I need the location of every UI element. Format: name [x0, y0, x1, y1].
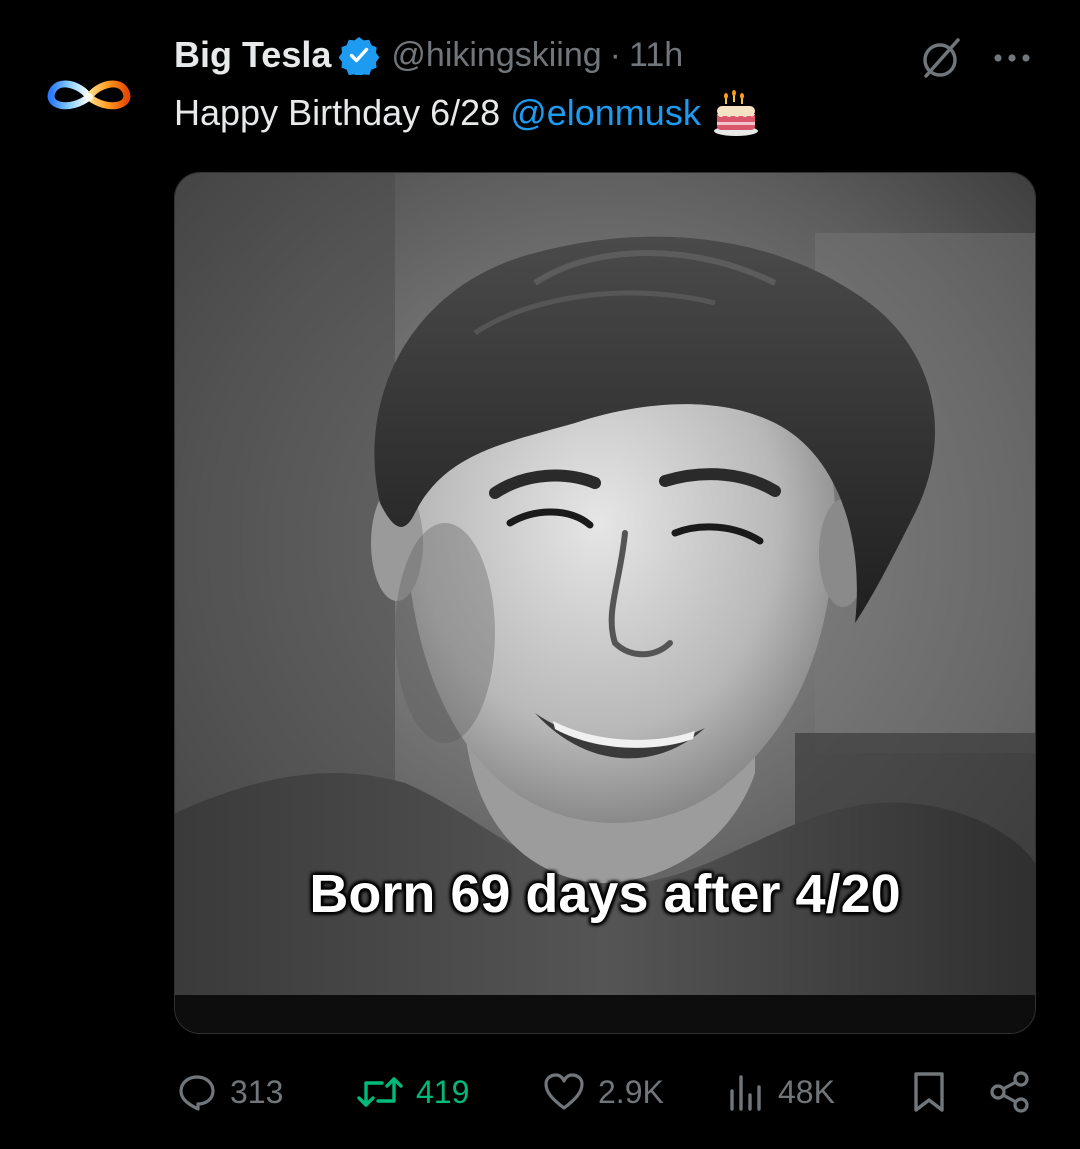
heart-icon — [542, 1071, 586, 1113]
tweet-header: Big Tesla @hikingskiing · 11h — [174, 30, 683, 80]
tweet-text: Happy Birthday 6/28 @elonmusk — [174, 88, 761, 138]
retweet-count: 419 — [416, 1073, 470, 1110]
separator-dot: · — [609, 35, 621, 74]
tweet[interactable]: Big Tesla @hikingskiing · 11h Happy Birt… — [0, 0, 1080, 1149]
verified-badge-icon — [339, 35, 380, 75]
reply-icon — [176, 1071, 218, 1113]
tweet-photo[interactable]: Born 69 days after 4/20 — [175, 173, 1035, 995]
bookmark-icon — [910, 1070, 948, 1114]
mention-link[interactable]: @elonmusk — [510, 92, 701, 134]
display-name[interactable]: Big Tesla — [174, 34, 331, 76]
avatar-infinity-logo — [40, 48, 138, 146]
share-icon — [988, 1070, 1032, 1114]
reply-button[interactable]: 313 — [176, 1064, 283, 1120]
retweet-icon — [356, 1071, 404, 1113]
avatar[interactable] — [40, 48, 138, 146]
user-handle[interactable]: @hikingskiing — [391, 36, 601, 75]
retweet-button[interactable]: 419 — [356, 1064, 469, 1120]
more-options-icon[interactable] — [990, 40, 1034, 76]
birthday-cake-emoji — [711, 88, 761, 138]
bookmark-button[interactable] — [910, 1064, 948, 1120]
tweet-body: Happy Birthday 6/28 — [174, 92, 501, 133]
like-count: 2.9K — [598, 1073, 664, 1110]
reply-count: 313 — [230, 1073, 284, 1110]
grok-icon[interactable] — [918, 34, 966, 82]
views-icon — [726, 1071, 766, 1113]
timestamp[interactable]: 11h — [629, 36, 683, 75]
tweet-media[interactable]: Born 69 days after 4/20 — [174, 172, 1036, 1034]
like-button[interactable]: 2.9K — [542, 1064, 664, 1120]
views-count: 48K — [778, 1073, 835, 1110]
action-bar: 313 419 2.9K 48K — [0, 1064, 1080, 1120]
media-bottom-bar — [175, 995, 1035, 1033]
views-button[interactable]: 48K — [726, 1064, 835, 1120]
image-caption: Born 69 days after 4/20 — [309, 864, 901, 924]
share-button[interactable] — [988, 1064, 1032, 1120]
